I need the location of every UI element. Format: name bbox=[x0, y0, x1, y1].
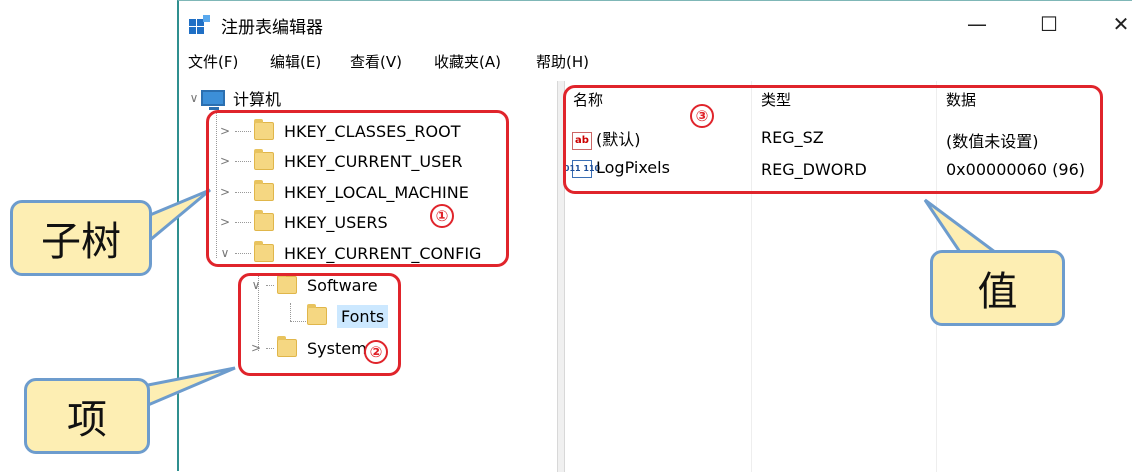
tree-node-computer[interactable]: ∨ 计算机 bbox=[187, 83, 281, 113]
value-highlight-box bbox=[563, 85, 1103, 194]
minimize-icon: — bbox=[967, 12, 987, 36]
subtree-callout: 子树 bbox=[10, 200, 152, 276]
menu-favorites[interactable]: 收藏夹(A) bbox=[434, 51, 501, 72]
menu-view[interactable]: 查看(V) bbox=[350, 51, 402, 72]
menu-file[interactable]: 文件(F) bbox=[188, 51, 238, 72]
close-icon: ✕ bbox=[1112, 12, 1130, 36]
menu-edit[interactable]: 编辑(E) bbox=[270, 51, 321, 72]
annotation-number-2: ② bbox=[364, 340, 388, 364]
chevron-down-icon[interactable]: ∨ bbox=[187, 91, 201, 105]
minimize-button[interactable]: — bbox=[957, 7, 997, 41]
key-callout: 项 bbox=[24, 378, 150, 454]
window-title: 注册表编辑器 bbox=[221, 18, 323, 38]
regedit-app-icon bbox=[189, 15, 210, 34]
close-button[interactable]: ✕ bbox=[1101, 7, 1132, 41]
maximize-icon: ☐ bbox=[1040, 12, 1058, 36]
menu-help[interactable]: 帮助(H) bbox=[536, 51, 589, 72]
menu-bar: 文件(F) 编辑(E) 查看(V) 收藏夹(A) 帮助(H) bbox=[179, 51, 1132, 77]
subtree-highlight-box bbox=[206, 110, 509, 267]
annotation-number-3: ③ bbox=[690, 104, 714, 128]
annotation-number-1: ① bbox=[430, 204, 454, 228]
title-bar: 注册表编辑器 — ☐ ✕ bbox=[179, 1, 1132, 47]
maximize-button[interactable]: ☐ bbox=[1029, 7, 1069, 41]
computer-icon bbox=[201, 90, 225, 110]
tree-node-label: 计算机 bbox=[233, 90, 282, 109]
value-callout: 值 bbox=[930, 250, 1065, 326]
